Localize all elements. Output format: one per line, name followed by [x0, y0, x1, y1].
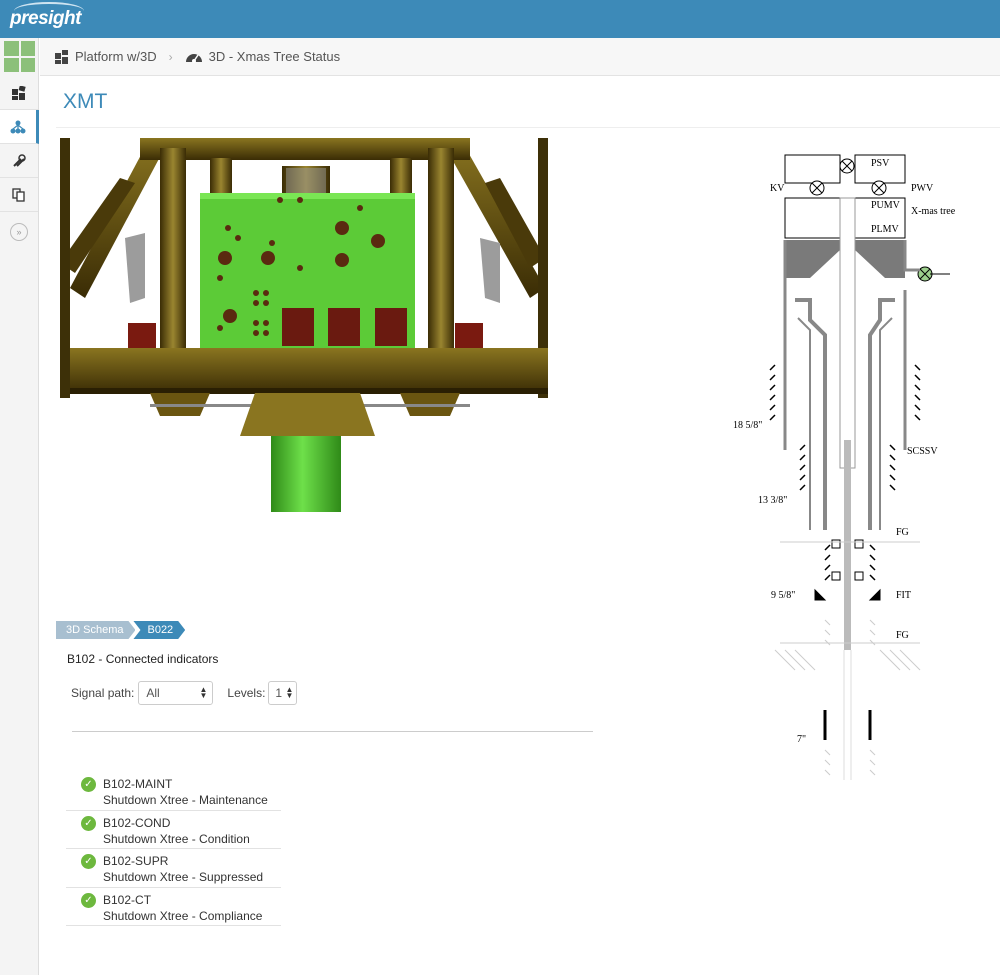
tools-icon: [13, 153, 26, 167]
indicator-code: B102-MAINT: [103, 777, 173, 791]
pumv-label: PUMV: [871, 200, 901, 211]
xmas-tree-label: X-mas tree: [911, 206, 956, 217]
check-circle-icon: ✓: [81, 892, 96, 908]
psv-label: PSV: [871, 158, 890, 169]
tab-b022[interactable]: B022: [133, 621, 185, 639]
section-divider: [72, 731, 593, 732]
app-logo[interactable]: presight: [10, 8, 81, 30]
indicator-code: B102-CT: [103, 892, 152, 907]
fit-label: FIT: [896, 590, 911, 601]
pwv-label: PWV: [911, 183, 934, 194]
indicator-code: B102-COND: [103, 815, 171, 830]
fg-top-label: FG: [896, 527, 909, 538]
sidebar-item-tools[interactable]: [0, 144, 38, 178]
scssv-label: SCSSV: [907, 446, 938, 457]
schema-tabs: 3D Schema B022: [56, 621, 185, 639]
indicator-description: Shutdown Xtree - Compliance: [103, 908, 263, 923]
breadcrumb-platform[interactable]: Platform w/3D: [55, 49, 157, 64]
breadcrumb-xmas-tree-status[interactable]: 3D - Xmas Tree Status: [185, 49, 341, 64]
page-title: XMT: [63, 90, 108, 113]
levels-value: 1: [275, 686, 283, 700]
title-divider: [56, 127, 1000, 128]
documents-icon: [12, 187, 25, 202]
casing-9-5-8-label: 9 5/8": [771, 590, 795, 601]
tab-3d-schema[interactable]: 3D Schema: [56, 621, 135, 639]
levels-select[interactable]: 1 ▲ ▼: [268, 681, 298, 705]
check-circle-icon: ✓: [81, 815, 96, 831]
select-arrows-icon: ▲ ▼: [199, 685, 208, 700]
plmv-label: PLMV: [871, 224, 900, 235]
chevron-right-icon: ›: [168, 49, 173, 64]
levels-label: Levels:: [227, 686, 266, 700]
breadcrumb-xmas-tree-label: 3D - Xmas Tree Status: [208, 49, 341, 64]
gauge-icon: [185, 53, 202, 63]
check-circle-icon: ✓: [81, 777, 96, 792]
breadcrumb: Platform w/3D › 3D - Xmas Tree Status: [40, 38, 1000, 76]
platform-icon: [55, 49, 68, 64]
fg-bottom-label: FG: [896, 630, 909, 641]
indicator-description: Shutdown Xtree - Suppressed: [103, 870, 264, 884]
list-item[interactable]: ✓ B102-MAINT Shutdown Xtree - Maintenanc…: [66, 772, 281, 811]
kv-label: KV: [770, 183, 785, 194]
dashboard-icon: [12, 85, 26, 100]
signal-path-value: All: [146, 686, 160, 700]
list-item[interactable]: ✓ B102-CT Shutdown Xtree - Compliance: [66, 888, 281, 926]
breadcrumb-platform-label: Platform w/3D: [75, 49, 157, 64]
sidebar-expand-button[interactable]: »: [10, 223, 28, 241]
casing-18-5-8-label: 18 5/8": [733, 420, 762, 431]
well-schematic-diagram: PSV KV PWV PUMV X-mas tree PLMV 18 5/8" …: [733, 154, 956, 780]
casing-13-3-8-label: 13 3/8": [758, 495, 787, 506]
indicator-description: Shutdown Xtree - Maintenance: [103, 793, 268, 807]
signal-path-select[interactable]: All ▲ ▼: [138, 681, 214, 705]
indicator-code: B102-SUPR: [103, 854, 169, 868]
section-heading: B102 - Connected indicators: [67, 652, 219, 666]
3d-model-viewer[interactable]: [60, 138, 560, 528]
hierarchy-icon: [10, 120, 26, 133]
select-arrows-icon: ▲ ▼: [285, 685, 294, 700]
top-bar: presight: [0, 0, 1000, 38]
list-item[interactable]: ✓ B102-SUPR Shutdown Xtree - Suppressed: [66, 849, 281, 888]
signal-controls: Signal path: All ▲ ▼ Levels: 1 ▲ ▼: [71, 681, 298, 705]
list-item[interactable]: ✓ B102-COND Shutdown Xtree - Condition: [66, 811, 281, 849]
casing-7-label: 7": [797, 734, 806, 745]
sidebar-item-dashboard[interactable]: [0, 76, 38, 110]
app-grid-button[interactable]: [4, 41, 35, 72]
sidebar: »: [0, 38, 39, 975]
sidebar-item-documents[interactable]: [0, 178, 38, 212]
indicator-description: Shutdown Xtree - Condition: [103, 831, 250, 846]
signal-path-label: Signal path:: [71, 686, 135, 700]
xmas-tree-3d-model: [60, 138, 548, 512]
check-circle-icon: ✓: [81, 854, 96, 869]
well-schematic[interactable]: PSV KV PWV PUMV X-mas tree PLMV 18 5/8" …: [730, 150, 1000, 790]
sidebar-item-hierarchy[interactable]: [0, 110, 39, 144]
indicator-list: ✓ B102-MAINT Shutdown Xtree - Maintenanc…: [66, 772, 281, 926]
